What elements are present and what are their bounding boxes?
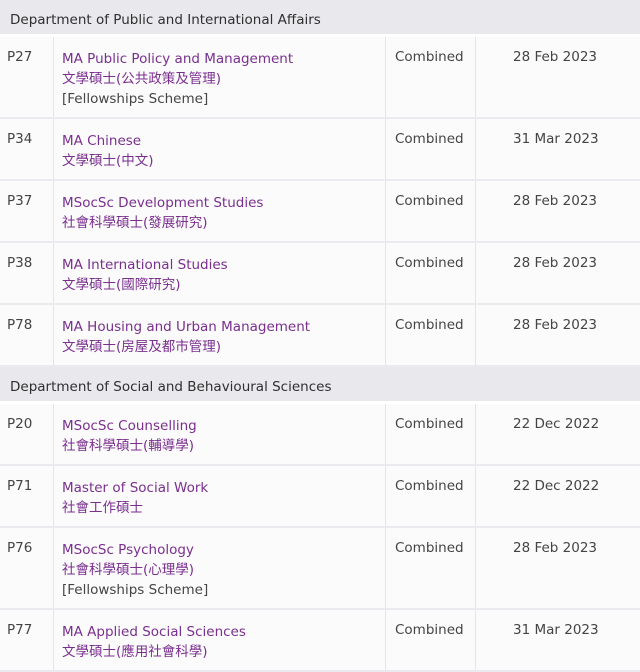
deadline-date: 31 Mar 2023 xyxy=(513,131,599,147)
study-mode: Combined xyxy=(386,37,476,117)
programme-code: P27 xyxy=(0,37,54,117)
study-mode: Combined xyxy=(386,610,476,670)
programme-title-chinese-link[interactable]: 文學碩士(國際研究) xyxy=(62,275,385,295)
study-mode: Combined xyxy=(386,243,476,303)
programme-cell: MA Public Policy and Management 文學碩士(公共政… xyxy=(54,37,386,117)
study-mode: Combined xyxy=(386,181,476,241)
programme-table: Department of Public and International A… xyxy=(0,0,640,672)
programme-title-chinese-link[interactable]: 文學碩士(中文) xyxy=(62,151,385,171)
study-mode: Combined xyxy=(386,305,476,365)
programme-note: [Fellowships Scheme] xyxy=(62,91,209,107)
programme-cell: MSocSc Counselling 社會科學碩士(輔導學) xyxy=(54,404,386,464)
deadline-date: 28 Feb 2023 xyxy=(513,193,598,209)
programme-title-link[interactable]: MSocSc Counselling xyxy=(62,416,385,436)
deadline-date: 28 Feb 2023 xyxy=(513,49,598,65)
table-row: P34 MA Chinese 文學碩士(中文) Combined 31 Mar … xyxy=(0,119,640,181)
programme-code: P34 xyxy=(0,119,54,179)
programme-cell: Master of Social Work 社會工作碩士 xyxy=(54,466,386,526)
programme-cell: MA Applied Social Sciences 文學碩士(應用社會科學) xyxy=(54,610,386,670)
table-row: P78 MA Housing and Urban Management 文學碩士… xyxy=(0,305,640,367)
programme-title-chinese-link[interactable]: 文學碩士(房屋及都市管理) xyxy=(62,337,385,357)
programme-code: P78 xyxy=(0,305,54,365)
study-mode: Combined xyxy=(386,119,476,179)
programme-code: P77 xyxy=(0,610,54,670)
programme-cell: MSocSc Development Studies 社會科學碩士(發展研究) xyxy=(54,181,386,241)
programme-title-chinese-link[interactable]: 文學碩士(公共政策及管理) xyxy=(62,69,385,89)
programme-title-link[interactable]: MSocSc Psychology xyxy=(62,540,385,560)
study-mode: Combined xyxy=(386,404,476,464)
table-row: P27 MA Public Policy and Management 文學碩士… xyxy=(0,37,640,119)
programme-code: P20 xyxy=(0,404,54,464)
table-row: P77 MA Applied Social Sciences 文學碩士(應用社會… xyxy=(0,610,640,672)
programme-title-chinese-link[interactable]: 文學碩士(應用社會科學) xyxy=(62,642,385,662)
table-row: P71 Master of Social Work 社會工作碩士 Combine… xyxy=(0,466,640,528)
deadline-date: 22 Dec 2022 xyxy=(513,478,600,494)
table-row: P37 MSocSc Development Studies 社會科學碩士(發展… xyxy=(0,181,640,243)
programme-title-link[interactable]: Master of Social Work xyxy=(62,478,385,498)
programme-title-link[interactable]: MA Chinese xyxy=(62,131,385,151)
programme-cell: MSocSc Psychology 社會科學碩士(心理學) [Fellowshi… xyxy=(54,528,386,608)
programme-title-chinese-link[interactable]: 社會工作碩士 xyxy=(62,498,385,518)
deadline-date: 22 Dec 2022 xyxy=(513,416,600,432)
programme-note: [Fellowships Scheme] xyxy=(62,582,209,598)
deadline-date: 28 Feb 2023 xyxy=(513,540,598,556)
study-mode: Combined xyxy=(386,466,476,526)
programme-title-chinese-link[interactable]: 社會科學碩士(輔導學) xyxy=(62,436,385,456)
programme-code: P38 xyxy=(0,243,54,303)
programme-title-link[interactable]: MA Public Policy and Management xyxy=(62,49,385,69)
table-row: P20 MSocSc Counselling 社會科學碩士(輔導學) Combi… xyxy=(0,404,640,466)
deadline-date: 28 Feb 2023 xyxy=(513,255,598,271)
programme-cell: MA Chinese 文學碩士(中文) xyxy=(54,119,386,179)
programme-cell: MA International Studies 文學碩士(國際研究) xyxy=(54,243,386,303)
programme-title-chinese-link[interactable]: 社會科學碩士(心理學) xyxy=(62,560,385,580)
programme-code: P71 xyxy=(0,466,54,526)
programme-cell: MA Housing and Urban Management 文學碩士(房屋及… xyxy=(54,305,386,365)
deadline-date: 28 Feb 2023 xyxy=(513,317,598,333)
programme-code: P76 xyxy=(0,528,54,608)
programme-code: P37 xyxy=(0,181,54,241)
programme-title-link[interactable]: MSocSc Development Studies xyxy=(62,193,385,213)
department-header: Department of Public and International A… xyxy=(0,0,640,37)
deadline-date: 31 Mar 2023 xyxy=(513,622,599,638)
programme-title-link[interactable]: MA Housing and Urban Management xyxy=(62,317,385,337)
programme-title-link[interactable]: MA International Studies xyxy=(62,255,385,275)
programme-title-chinese-link[interactable]: 社會科學碩士(發展研究) xyxy=(62,213,385,233)
programme-title-link[interactable]: MA Applied Social Sciences xyxy=(62,622,385,642)
department-header: Department of Social and Behavioural Sci… xyxy=(0,367,640,404)
table-row: P76 MSocSc Psychology 社會科學碩士(心理學) [Fello… xyxy=(0,528,640,610)
table-row: P38 MA International Studies 文學碩士(國際研究) … xyxy=(0,243,640,305)
study-mode: Combined xyxy=(386,528,476,608)
